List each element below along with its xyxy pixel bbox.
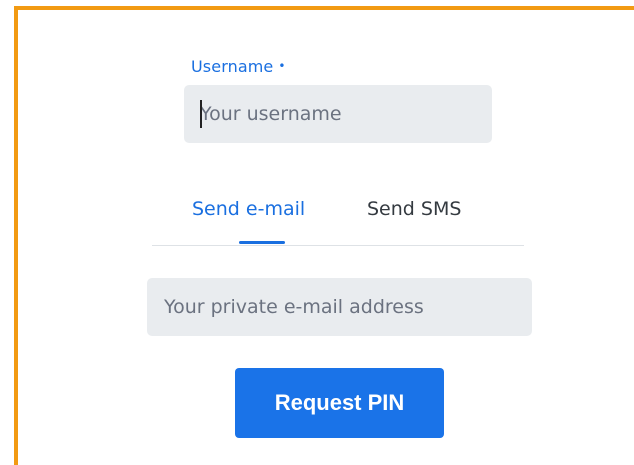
- tab-send-sms[interactable]: Send SMS: [367, 198, 461, 220]
- tab-send-email[interactable]: Send e-mail: [192, 198, 305, 220]
- required-indicator: •: [278, 59, 286, 73]
- active-tab-indicator: [239, 241, 285, 244]
- contact-method-tabs: Send e-mail Send SMS: [152, 195, 524, 246]
- username-input[interactable]: [184, 85, 492, 143]
- username-label-text: Username: [191, 57, 274, 76]
- email-input[interactable]: [147, 278, 532, 336]
- text-caret: [200, 100, 202, 128]
- form-frame: Username • Send e-mail Send SMS Request P…: [14, 6, 634, 465]
- username-label: Username •: [191, 57, 286, 76]
- request-pin-button[interactable]: Request PIN: [235, 368, 444, 438]
